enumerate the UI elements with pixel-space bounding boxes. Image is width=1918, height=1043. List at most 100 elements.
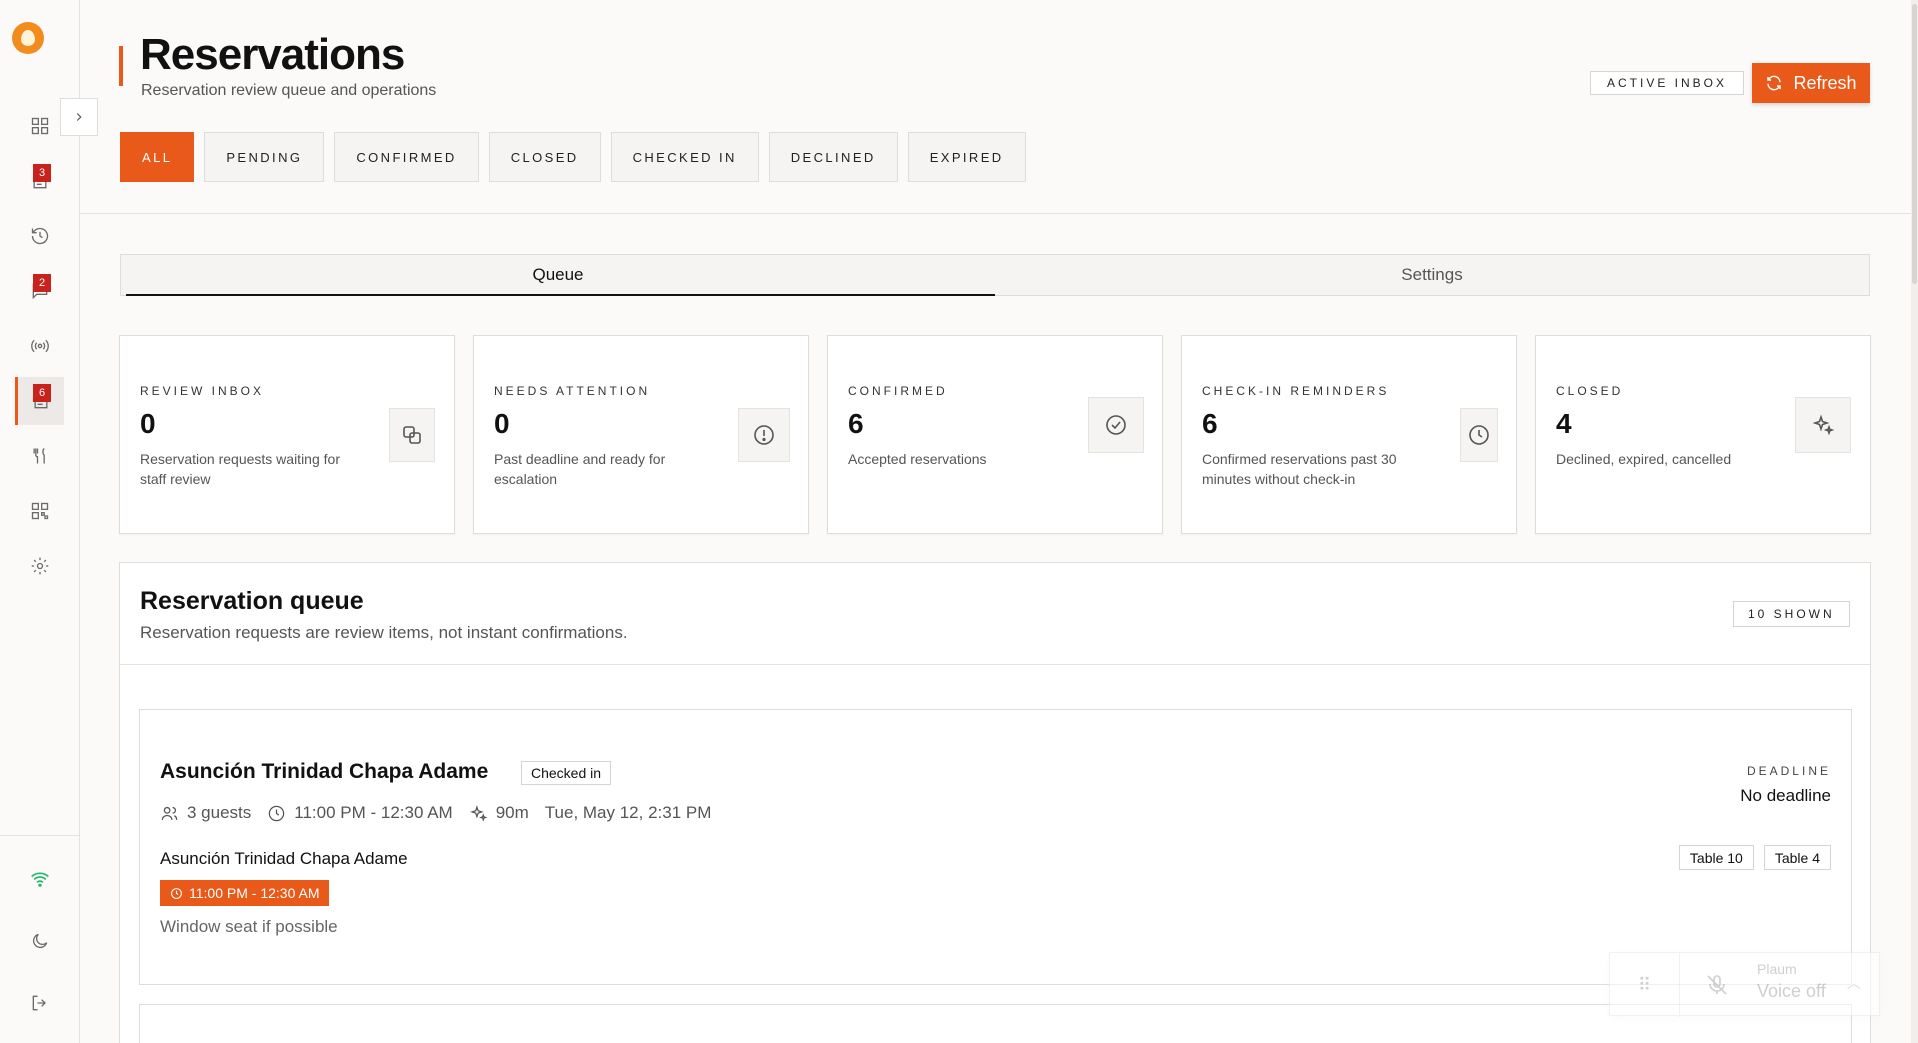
guest-name: Asunción Trinidad Chapa Adame [160,760,489,783]
title-accent-bar [119,46,123,86]
stat-label: REVIEW INBOX [140,384,265,398]
logout-icon[interactable] [16,979,64,1027]
sparkles-icon [1795,397,1851,453]
page-header: Reservations Reservation review queue an… [80,0,1911,214]
created-meta: Tue, May 12, 2:31 PM [545,803,712,823]
voice-assistant-name: Plaum [1757,961,1797,977]
guests-meta: 3 guests [160,803,251,823]
page-subtitle: Reservation review queue and operations [141,82,437,99]
deadline-label: DEADLINE [1746,764,1831,778]
stat-label: NEEDS ATTENTION [494,384,651,398]
stat-card-check-in-reminders: CHECK-IN REMINDERS 6 Confirmed reservati… [1181,335,1517,534]
sparkles-icon [469,804,488,822]
history-nav-icon[interactable] [16,212,64,260]
reservation-meta: 3 guests 11:00 PM - 12:30 AM 90m Tue, Ma… [160,803,727,823]
mic-off-icon[interactable] [1705,973,1729,997]
menu-nav-icon[interactable] [16,432,64,480]
filter-declined[interactable]: DECLINED [768,132,898,182]
app-logo[interactable] [12,22,44,54]
wifi-status-icon [16,855,64,903]
chevron-up-icon[interactable]: ︿ [1847,973,1861,993]
queue-subtitle: Reservation requests are review items, n… [140,623,628,642]
filter-checked-in[interactable]: CHECKED IN [610,132,759,182]
dark-mode-icon[interactable] [16,917,64,965]
broadcast-nav-icon[interactable] [16,322,64,370]
requests-badge: 3 [33,164,51,182]
filter-expired[interactable]: EXPIRED [907,132,1026,182]
expand-sidebar-button[interactable] [60,98,98,136]
messages-badge: 2 [33,274,51,292]
view-tabs: Queue Settings [120,254,1870,296]
reservation-card[interactable] [139,1004,1852,1043]
status-filters: ALL PENDING CONFIRMED CLOSED CHECKED IN … [120,132,1026,182]
sidebar-divider [0,835,80,836]
dashboard-nav-icon[interactable] [16,102,64,150]
refresh-button[interactable]: Refresh [1752,63,1870,103]
filter-closed[interactable]: CLOSED [488,132,601,182]
users-icon [161,806,178,820]
time-range: 11:00 PM - 12:30 AM [294,803,453,822]
tab-queue[interactable]: Queue [121,255,995,296]
shown-count-badge: 10 SHOWN [1733,601,1850,627]
stat-description: Declined, expired, cancelled [1556,451,1732,467]
stat-card-review-inbox: REVIEW INBOX 0 Reservation requests wait… [119,335,455,534]
stat-label: CONFIRMED [848,384,948,398]
app: 3 2 6 Reservations Reservation review qu… [0,0,1918,1043]
copy-icon [389,408,435,462]
duration: 90m [495,803,529,822]
stat-description: Accepted reservations [848,451,987,467]
time-meta: 11:00 PM - 12:30 AM [267,803,453,823]
stat-value: 0 [494,408,510,439]
requests-nav-icon[interactable]: 3 [16,157,64,205]
voice-assistant-widget[interactable]: ⠿ Plaum Voice off ︿ [1609,952,1880,1017]
stat-label: CLOSED [1556,384,1624,398]
filter-all[interactable]: ALL [120,132,195,182]
time-chip: 11:00 PM - 12:30 AM [160,880,330,906]
stat-value: 0 [140,408,156,439]
refresh-icon [1767,75,1782,91]
queue-header: Reservation queue Reservation requests a… [120,563,1870,665]
active-inbox-badge: ACTIVE INBOX [1590,71,1745,95]
page-scrollbar[interactable] [1911,0,1918,1043]
refresh-label: Refresh [1793,72,1857,93]
stat-value: 6 [1202,408,1218,439]
check-circle-icon [1088,397,1144,453]
messages-nav-icon[interactable]: 2 [16,267,64,315]
drag-handle-icon[interactable]: ⠿ [1610,953,1680,1017]
assigned-tables: Table 10 Table 4 [1678,845,1831,870]
reservations-nav-icon[interactable]: 6 [15,377,64,425]
clock-icon [269,805,285,821]
stat-label: CHECK-IN REMINDERS [1202,384,1390,398]
status-badge: Checked in [521,761,612,785]
stat-card-confirmed: CONFIRMED 6 Accepted reservations [827,335,1163,534]
created-date: Tue, May 12, 2:31 PM [544,803,712,822]
qr-code-nav-icon[interactable] [16,487,64,535]
reservations-badge: 6 [33,384,51,402]
stat-value: 4 [1556,408,1572,439]
deadline-value: No deadline [1740,786,1831,805]
stat-value: 6 [848,408,864,439]
clock-icon [1460,408,1498,462]
stat-description: Past deadline and ready for escalation [494,451,666,487]
tab-settings[interactable]: Settings [995,255,1869,295]
filter-pending[interactable]: PENDING [204,132,325,182]
reservation-card[interactable]: Asunción Trinidad Chapa Adame Checked in… [139,709,1852,985]
time-chip-label: 11:00 PM - 12:30 AM [189,885,320,901]
guests-count: 3 guests [187,803,252,822]
table-badge: Table 10 [1678,845,1754,870]
queue-title: Reservation queue [140,587,364,615]
clock-icon [171,887,182,899]
stat-card-closed: CLOSED 4 Declined, expired, cancelled [1535,335,1871,534]
settings-nav-icon[interactable] [16,542,64,590]
duration-meta: 90m [469,803,529,823]
sidebar: 3 2 6 [0,0,80,1043]
alert-circle-icon [738,408,790,462]
stat-description: Reservation requests waiting for staff r… [140,451,340,487]
filter-confirmed[interactable]: CONFIRMED [334,132,479,182]
stat-card-needs-attention: NEEDS ATTENTION 0 Past deadline and read… [473,335,809,534]
chevron-right-icon [76,113,82,121]
contact-name: Asunción Trinidad Chapa Adame [160,849,408,868]
scrollbar-thumb[interactable] [1912,4,1917,284]
reservation-note: Window seat if possible [160,917,338,936]
stat-description: Confirmed reservations past 30 minutes w… [1202,451,1397,487]
